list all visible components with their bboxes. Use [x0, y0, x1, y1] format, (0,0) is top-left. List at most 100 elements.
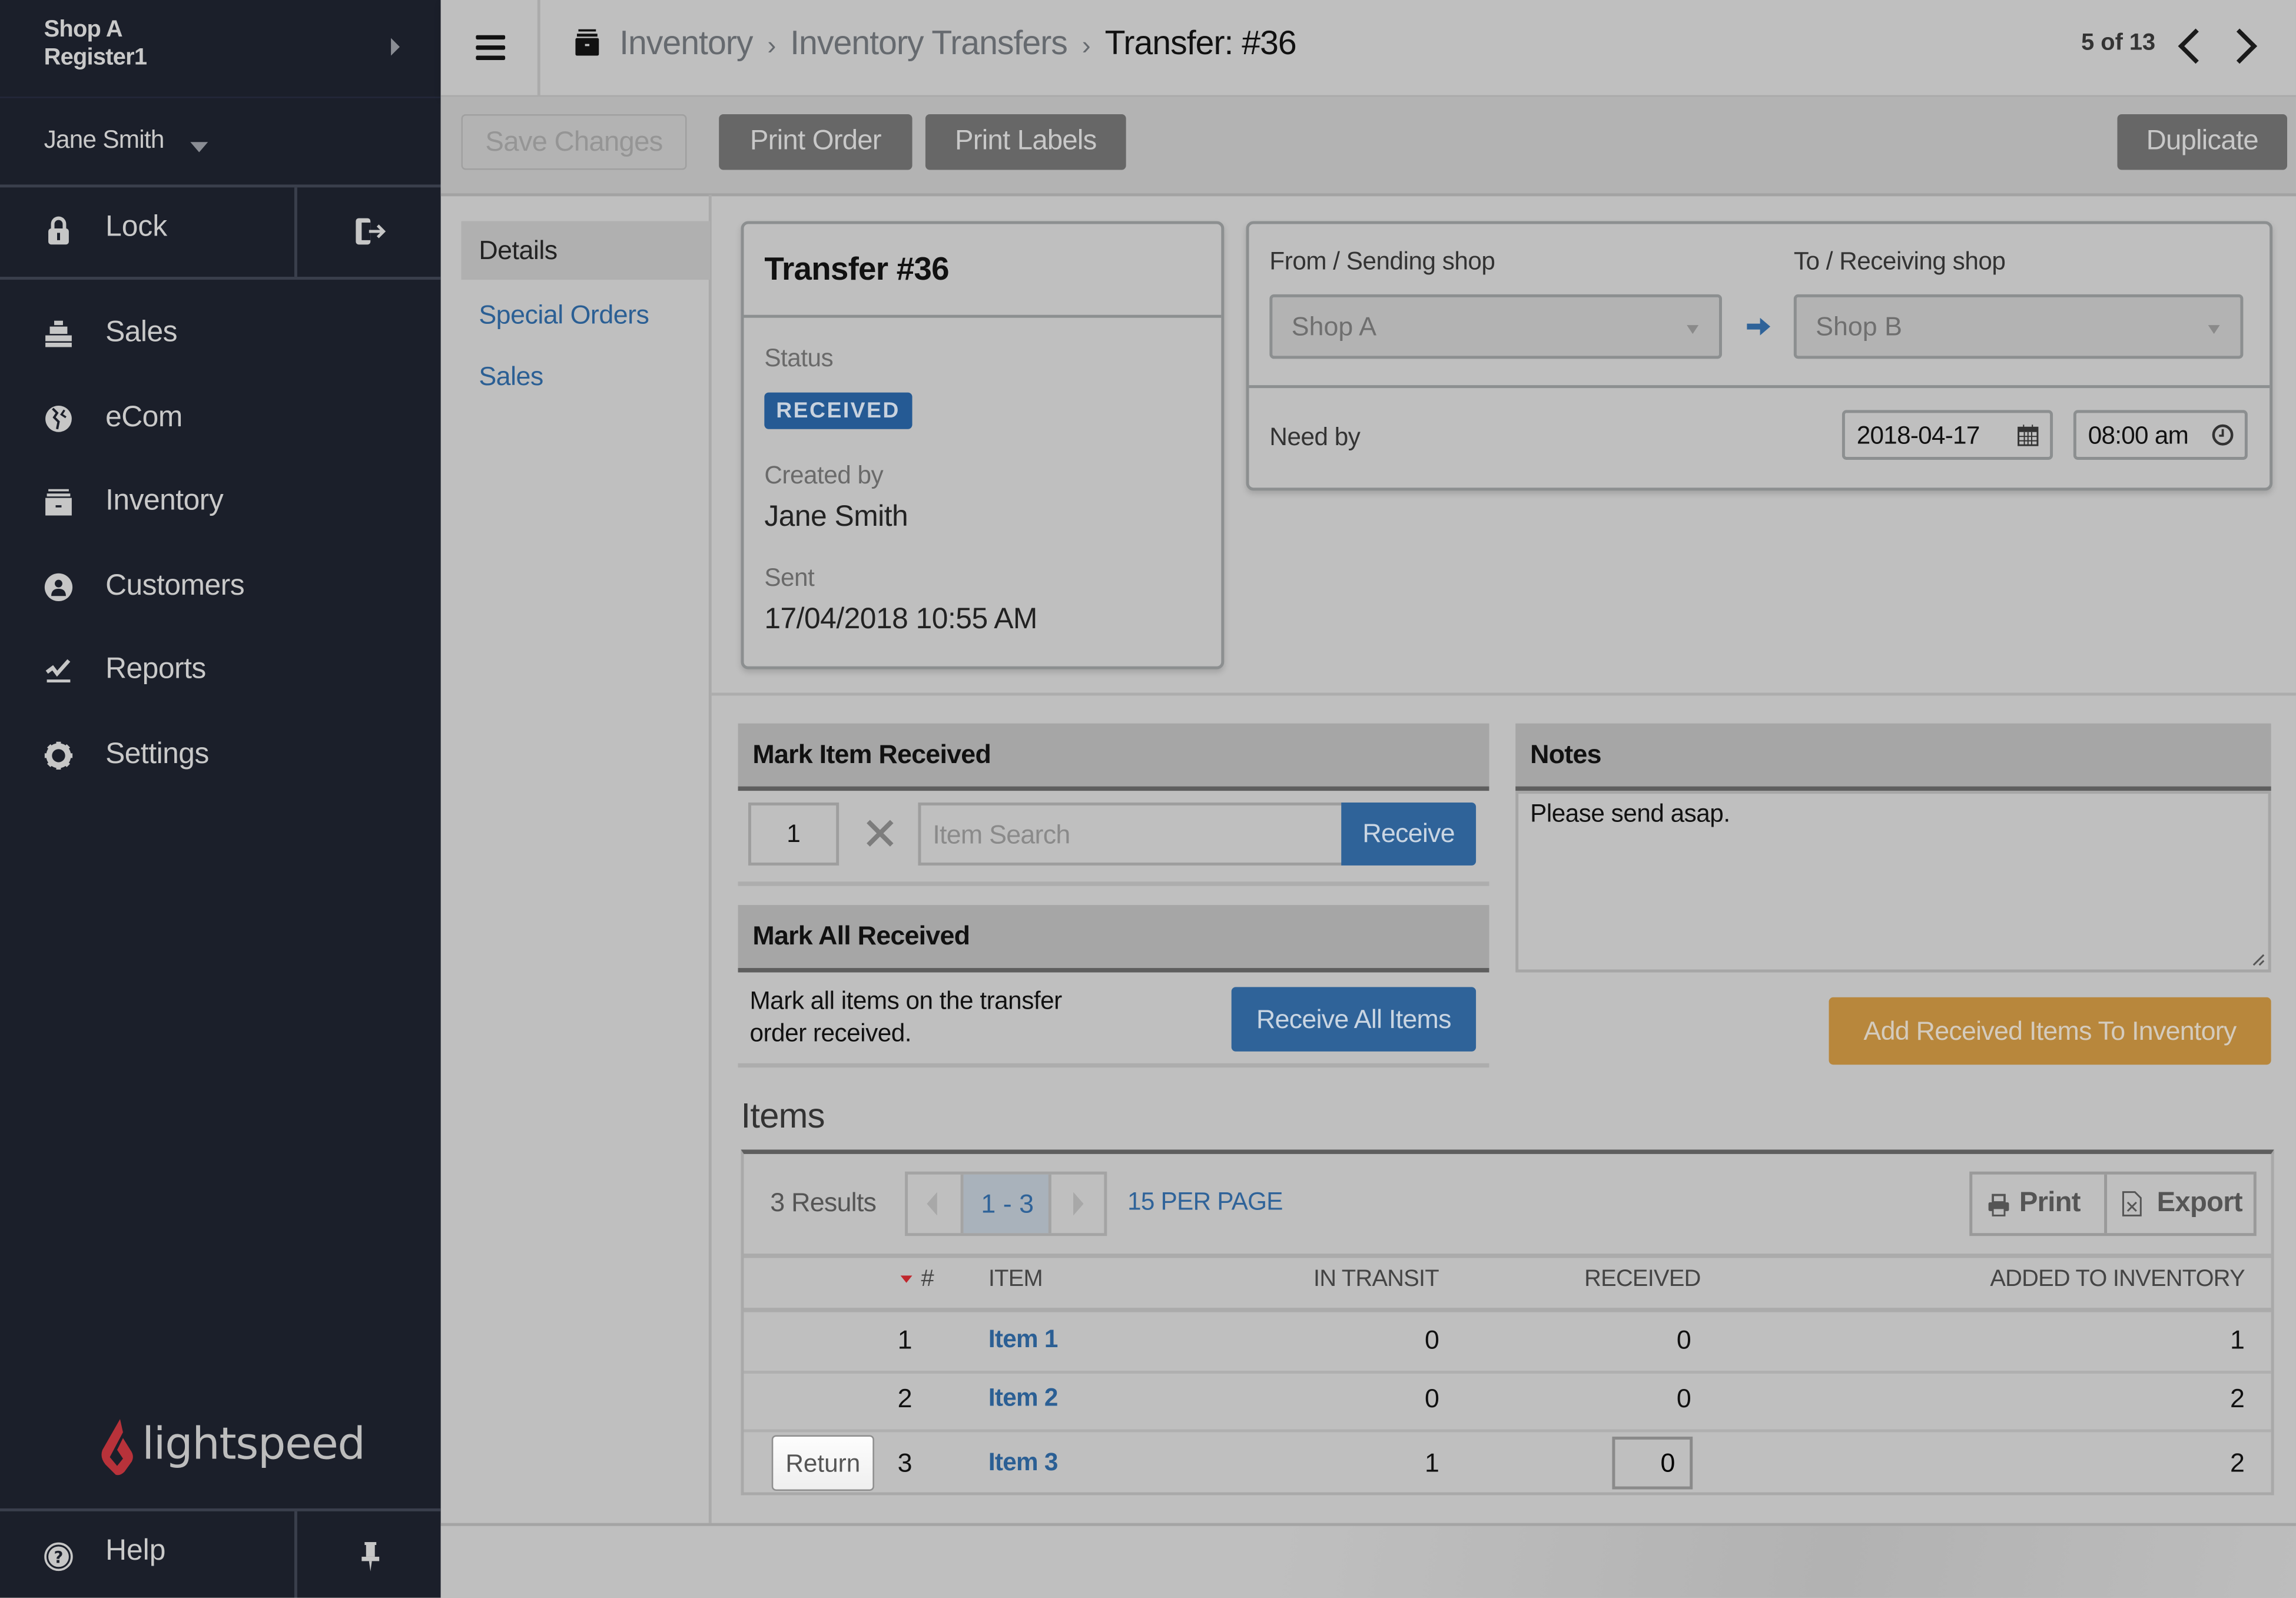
received-value: 0	[1676, 1325, 1691, 1355]
panel-header: Mark All Received	[738, 905, 1489, 973]
help-button[interactable]: ? Help	[0, 1511, 297, 1598]
pin-sidebar-button[interactable]	[297, 1511, 441, 1598]
item-link[interactable]: Item 2	[988, 1384, 1059, 1413]
breadcrumb: Inventory › Inventory Transfers › Transfer: …	[572, 24, 1297, 63]
per-page-selector[interactable]: 15 PER PAGE	[1127, 1188, 1283, 1217]
column-received[interactable]: RECEIVED	[1584, 1267, 1701, 1293]
subnav-sales[interactable]: Sales	[461, 347, 710, 405]
in-transit-value: 0	[1425, 1325, 1439, 1355]
receive-button[interactable]: Receive	[1341, 802, 1477, 866]
hamburger-icon-bar	[476, 55, 506, 60]
globe-icon	[45, 405, 72, 432]
printer-icon	[1988, 1193, 2009, 1216]
svg-text:?: ?	[54, 1549, 64, 1567]
quantity-input[interactable]: 1	[748, 802, 840, 866]
calendar-icon	[2018, 425, 2039, 446]
excel-file-icon	[2122, 1191, 2142, 1216]
notes-panel: Notes Please send asap.	[1515, 723, 2271, 976]
divider	[744, 314, 1222, 318]
help-label: Help	[105, 1534, 166, 1567]
next-page-button[interactable]	[1048, 1174, 1104, 1234]
column-item[interactable]: ITEM	[988, 1267, 1043, 1293]
print-labels-button[interactable]: Print Labels	[925, 114, 1126, 170]
to-shop-select[interactable]: Shop B	[1793, 294, 2244, 359]
table-row: Return 3 Item 3 1 0 2	[744, 1430, 2271, 1497]
sidebar-item-reports[interactable]: Reports	[0, 630, 441, 714]
sidebar-item-label: Customers	[105, 569, 245, 602]
print-label: Print	[2019, 1188, 2081, 1219]
sidebar-item-sales[interactable]: Sales	[0, 293, 441, 377]
record-position: 5 of 13	[2081, 31, 2156, 56]
need-by-time-value: 08:00 am	[2088, 422, 2189, 450]
app-window: Shop A Register1 Jane Smith Lock Sales e…	[0, 0, 2296, 1598]
next-record-icon[interactable]	[2222, 28, 2258, 64]
hamburger-icon-bar	[476, 45, 506, 50]
user-menu[interactable]: Jane Smith	[0, 97, 441, 184]
resize-handle-icon[interactable]	[2251, 952, 2265, 967]
previous-page-button[interactable]	[908, 1174, 964, 1234]
print-order-button[interactable]: Print Order	[719, 114, 913, 170]
sidebar: Shop A Register1 Jane Smith Lock Sales e…	[0, 0, 441, 1598]
status-badge: RECEIVED	[764, 392, 912, 429]
from-shop-label: From / Sending shop	[1269, 247, 1495, 276]
row-number: 2	[897, 1384, 913, 1414]
dropdown-caret-icon	[1687, 325, 1699, 334]
received-value: 0	[1676, 1384, 1691, 1414]
need-by-time-input[interactable]: 08:00 am	[2073, 410, 2248, 460]
caret-down-icon	[190, 142, 208, 152]
added-value: 1	[2229, 1325, 2245, 1355]
dropdown-caret-icon	[2208, 325, 2220, 334]
shop-register-selector[interactable]: Shop A Register1	[0, 0, 441, 98]
help-icon: ?	[44, 1542, 73, 1572]
panel-header: Mark Item Received	[738, 723, 1489, 791]
received-quantity-input[interactable]: 0	[1612, 1436, 1693, 1490]
gear-icon	[44, 741, 73, 770]
sidebar-item-customers[interactable]: Customers	[0, 546, 441, 630]
return-button[interactable]: Return	[771, 1435, 874, 1491]
from-shop-value: Shop A	[1291, 311, 1377, 342]
logout-button[interactable]	[297, 187, 441, 277]
column-number[interactable]: #	[921, 1267, 934, 1293]
breadcrumb-separator-icon: ›	[1081, 31, 1091, 60]
print-button[interactable]: Print	[1972, 1174, 2108, 1234]
lock-button[interactable]: Lock	[0, 187, 297, 277]
receive-all-items-button[interactable]: Receive All Items	[1231, 987, 1477, 1052]
breadcrumb-inventory[interactable]: Inventory	[619, 24, 753, 62]
sidebar-item-ecom[interactable]: eCom	[0, 377, 441, 462]
clock-icon	[2212, 424, 2234, 446]
subnav-details[interactable]: Details	[461, 221, 711, 280]
sidebar-item-inventory[interactable]: Inventory	[0, 462, 441, 546]
subnav-special-orders[interactable]: Special Orders	[461, 286, 710, 344]
breadcrumb-separator-icon: ›	[767, 31, 776, 60]
sent-value: 17/04/2018 10:55 AM	[764, 603, 1037, 636]
panel-footer-border	[738, 881, 1489, 886]
added-value: 2	[2229, 1384, 2245, 1414]
menu-toggle-button[interactable]	[441, 0, 540, 95]
duplicate-button[interactable]: Duplicate	[2117, 114, 2288, 170]
item-link[interactable]: Item 1	[988, 1325, 1059, 1355]
export-button[interactable]: Export	[2107, 1175, 2254, 1233]
logo-text: lightspeed	[142, 1419, 366, 1471]
item-search-placeholder: Item Search	[933, 820, 1070, 850]
column-added-to-inventory[interactable]: ADDED TO INVENTORY	[1990, 1267, 2245, 1293]
item-search-input[interactable]: Item Search	[918, 802, 1343, 866]
item-link[interactable]: Item 3	[988, 1448, 1059, 1478]
main-content: Transfer #36 Status RECEIVED Created by …	[711, 195, 2296, 1523]
column-in-transit[interactable]: IN TRANSIT	[1313, 1267, 1439, 1293]
mark-item-received-panel: Mark Item Received 1 Item Search Receive	[738, 723, 1489, 886]
breadcrumb-inventory-transfers[interactable]: Inventory Transfers	[790, 24, 1068, 62]
panel-title: Mark Item Received	[752, 740, 991, 769]
sidebar-item-settings[interactable]: Settings	[0, 715, 441, 799]
previous-record-icon[interactable]	[2178, 28, 2214, 64]
notes-textarea[interactable]: Please send asap.	[1515, 791, 2271, 973]
from-shop-select[interactable]: Shop A	[1269, 294, 1722, 359]
caret-left-icon	[927, 1192, 937, 1216]
panel-title: Notes	[1530, 740, 1601, 769]
table-row: 1 Item 1 0 0 1	[744, 1312, 2271, 1374]
shop-name: Shop A	[44, 17, 123, 43]
shop-register-label: Shop A Register1	[44, 16, 147, 72]
need-by-date-input[interactable]: 2018-04-17	[1842, 410, 2053, 460]
caret-right-icon	[391, 38, 400, 56]
add-received-items-to-inventory-button[interactable]: Add Received Items To Inventory	[1829, 997, 2271, 1065]
save-changes-button[interactable]: Save Changes	[461, 114, 687, 170]
